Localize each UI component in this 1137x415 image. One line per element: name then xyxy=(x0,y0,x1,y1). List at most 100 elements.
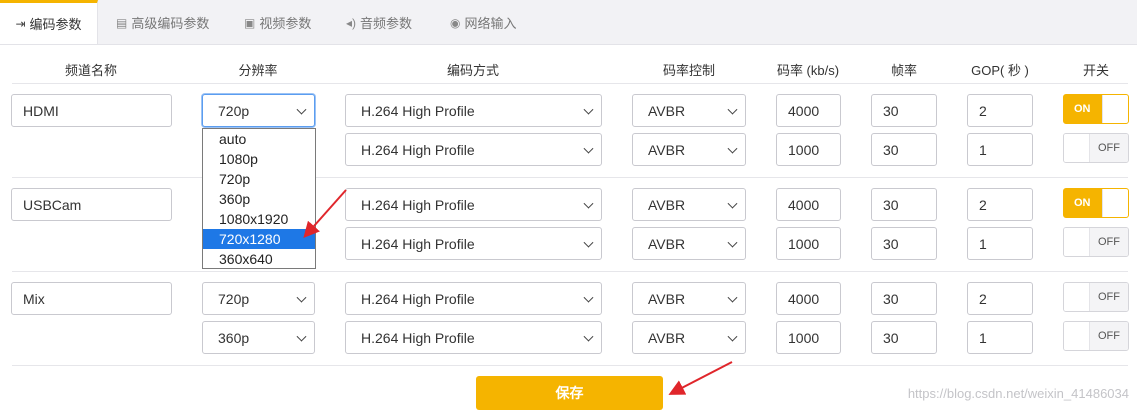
chevron-down-icon xyxy=(583,331,594,342)
bitrate-input[interactable]: 4000 xyxy=(776,282,841,315)
dropdown-option[interactable]: auto xyxy=(203,129,315,149)
resolution-value: 720p xyxy=(218,290,250,307)
login-arrow-icon: ⇥ xyxy=(15,16,26,31)
stream-switch-toggle[interactable]: ON xyxy=(1063,94,1129,124)
gop-input[interactable]: 2 xyxy=(967,282,1033,315)
speaker-icon: ◂) xyxy=(346,15,357,30)
bitrate-input[interactable]: 1000 xyxy=(776,133,841,166)
channel-name-input[interactable]: Mix xyxy=(11,282,172,315)
chevron-down-icon xyxy=(727,237,738,248)
resolution-select[interactable]: 360p xyxy=(202,321,315,354)
gop-input[interactable]: 1 xyxy=(967,227,1033,260)
bitrate-input[interactable]: 4000 xyxy=(776,94,841,127)
header-channel-name: 频道名称 xyxy=(64,63,118,78)
tab-label: 视频参数 xyxy=(259,16,312,31)
rate-control-select[interactable]: AVBR xyxy=(632,282,746,315)
fps-input[interactable]: 30 xyxy=(871,321,937,354)
gop-input[interactable]: 2 xyxy=(967,94,1033,127)
tab-audio-params[interactable]: ◂) 音频参数 xyxy=(346,0,412,45)
chevron-down-icon xyxy=(296,331,307,342)
watermark: https://blog.csdn.net/weixin_41486034 xyxy=(907,386,1129,401)
fps-input[interactable]: 30 xyxy=(871,282,937,315)
codec-select[interactable]: H.264 High Profile xyxy=(345,188,602,221)
switch-state: OFF xyxy=(1098,291,1120,303)
codec-value: H.264 High Profile xyxy=(361,290,475,307)
header-bitrate: 码率 (kb/s) xyxy=(776,63,840,78)
channel-name-input[interactable]: USBCam xyxy=(11,188,172,221)
codec-select[interactable]: H.264 High Profile xyxy=(345,282,602,315)
rate-control-select[interactable]: AVBR xyxy=(632,227,746,260)
chevron-down-icon xyxy=(583,143,594,154)
gop-input[interactable]: 1 xyxy=(967,133,1033,166)
image-icon: ▣ xyxy=(244,15,256,30)
tab-video-params[interactable]: ▣ 视频参数 xyxy=(244,0,311,45)
toggle-knob xyxy=(1064,283,1090,311)
header-switch: 开关 xyxy=(1082,63,1110,78)
chevron-down-icon xyxy=(296,292,307,303)
rate-control-value: AVBR xyxy=(648,196,686,213)
chevron-down-icon xyxy=(583,198,594,209)
save-button[interactable]: 保存 xyxy=(476,376,663,410)
gop-input[interactable]: 1 xyxy=(967,321,1033,354)
codec-select[interactable]: H.264 High Profile xyxy=(345,321,602,354)
dropdown-option[interactable]: 1080p xyxy=(203,149,315,169)
stream-switch-toggle[interactable]: OFF xyxy=(1063,227,1129,257)
tab-label: 编码参数 xyxy=(29,17,82,32)
toggle-knob xyxy=(1064,228,1090,256)
rate-control-select[interactable]: AVBR xyxy=(632,188,746,221)
rate-control-value: AVBR xyxy=(648,102,686,119)
chevron-down-icon xyxy=(583,292,594,303)
codec-value: H.264 High Profile xyxy=(361,141,475,158)
divider xyxy=(12,365,1128,366)
toggle-knob xyxy=(1064,322,1090,350)
chevron-down-icon xyxy=(727,198,738,209)
stream-switch-toggle[interactable]: ON xyxy=(1063,188,1129,218)
fps-input[interactable]: 30 xyxy=(871,188,937,221)
arrow-to-save xyxy=(668,361,733,395)
divider xyxy=(12,177,1128,178)
resolution-dropdown-list: auto 1080p 720p 360p 1080x1920 720x1280 … xyxy=(202,128,316,269)
stream-switch-toggle[interactable]: OFF xyxy=(1063,133,1129,163)
stream-switch-toggle[interactable]: OFF xyxy=(1063,321,1129,351)
dropdown-option[interactable]: 360x640 xyxy=(203,249,315,269)
header-codec: 编码方式 xyxy=(446,63,500,78)
rate-control-select[interactable]: AVBR xyxy=(632,133,746,166)
switch-state: ON xyxy=(1074,197,1091,209)
resolution-select[interactable]: 720p xyxy=(202,282,315,315)
chevron-down-icon xyxy=(296,104,307,115)
codec-select[interactable]: H.264 High Profile xyxy=(345,133,602,166)
chevron-down-icon xyxy=(727,292,738,303)
header-fps: 帧率 xyxy=(890,63,918,78)
bitrate-input[interactable]: 4000 xyxy=(776,188,841,221)
tab-advanced-encoding[interactable]: ▤ 高级编码参数 xyxy=(116,0,209,45)
fps-input[interactable]: 30 xyxy=(871,133,937,166)
tab-label: 高级编码参数 xyxy=(131,16,210,31)
rate-control-select[interactable]: AVBR xyxy=(632,94,746,127)
fps-input[interactable]: 30 xyxy=(871,94,937,127)
globe-icon: ◉ xyxy=(450,15,461,30)
codec-value: H.264 High Profile xyxy=(361,196,475,213)
divider xyxy=(12,83,1128,84)
bitrate-input[interactable]: 1000 xyxy=(776,321,841,354)
chevron-down-icon xyxy=(583,104,594,115)
fps-input[interactable]: 30 xyxy=(871,227,937,260)
codec-select[interactable]: H.264 High Profile xyxy=(345,227,602,260)
tab-network-input[interactable]: ◉ 网络输入 xyxy=(450,0,517,45)
switch-state: OFF xyxy=(1098,142,1120,154)
stream-switch-toggle[interactable]: OFF xyxy=(1063,282,1129,312)
dropdown-option[interactable]: 1080x1920 xyxy=(203,209,315,229)
rate-control-value: AVBR xyxy=(648,290,686,307)
gop-input[interactable]: 2 xyxy=(967,188,1033,221)
dropdown-option[interactable]: 360p xyxy=(203,189,315,209)
resolution-select[interactable]: 720p xyxy=(202,94,315,127)
codec-select[interactable]: H.264 High Profile xyxy=(345,94,602,127)
rate-control-value: AVBR xyxy=(648,235,686,252)
resolution-value: 360p xyxy=(218,329,250,346)
rate-control-select[interactable]: AVBR xyxy=(632,321,746,354)
bitrate-input[interactable]: 1000 xyxy=(776,227,841,260)
switch-state: ON xyxy=(1074,103,1091,115)
channel-name-input[interactable]: HDMI xyxy=(11,94,172,127)
tab-encoding-params[interactable]: ⇥ 编码参数 xyxy=(0,0,98,44)
dropdown-option[interactable]: 720p xyxy=(203,169,315,189)
dropdown-option-highlighted[interactable]: 720x1280 xyxy=(203,229,315,249)
